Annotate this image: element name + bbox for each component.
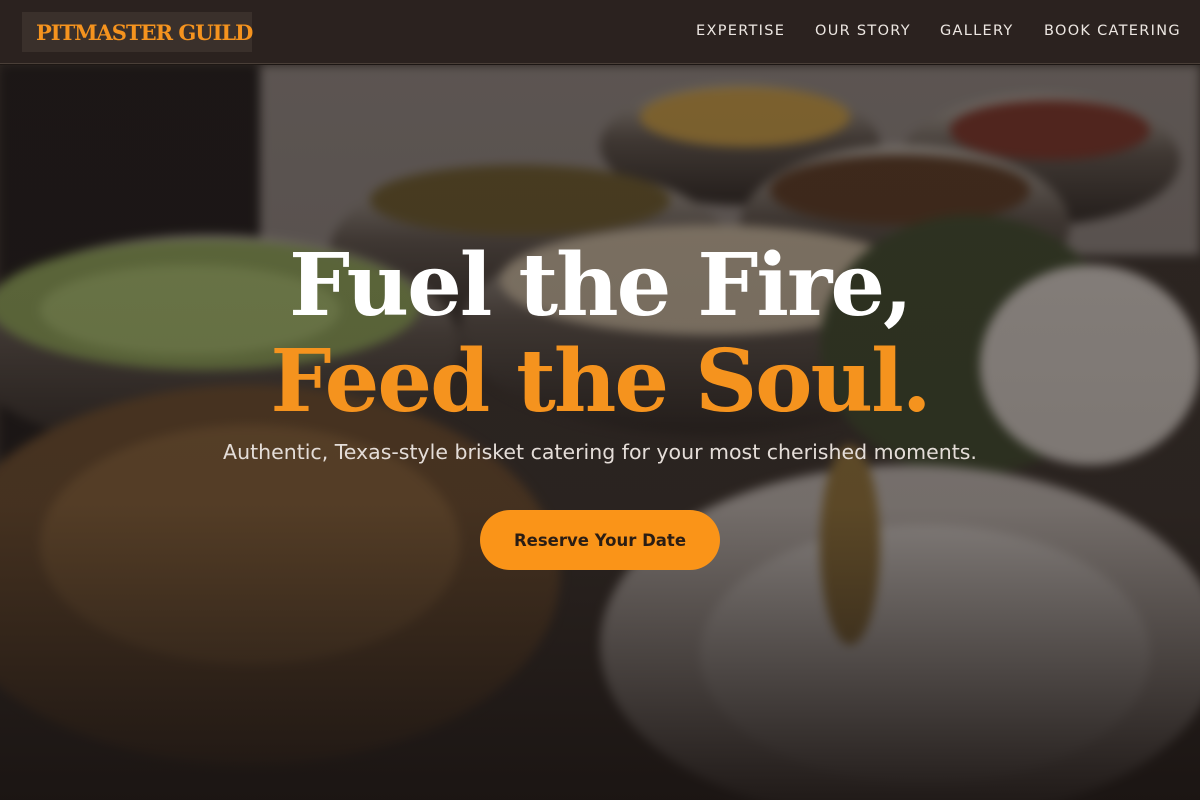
reserve-your-date-button[interactable]: Reserve Your Date bbox=[480, 510, 720, 570]
nav-link-book-catering[interactable]: BOOK CATERING bbox=[1044, 23, 1181, 39]
hero-headline-line2: Feed the Soul. bbox=[270, 331, 931, 432]
nav-link-our-story[interactable]: OUR STORY bbox=[815, 23, 911, 39]
hero-subtitle: Authentic, Texas-style brisket catering … bbox=[223, 440, 977, 464]
logo[interactable]: PITMASTER GUILD bbox=[22, 12, 253, 52]
hero-overlay bbox=[0, 65, 1200, 800]
navbar: PITMASTER GUILD EXPERTISE OUR STORY GALL… bbox=[0, 0, 1200, 64]
logo-text[interactable]: PITMASTER GUILD bbox=[36, 20, 253, 45]
nav-link-expertise[interactable]: EXPERTISE bbox=[696, 23, 785, 39]
hero-headline-line1: Fuel the Fire, bbox=[289, 235, 913, 336]
hero-section bbox=[0, 65, 1200, 800]
nav-link-gallery[interactable]: GALLERY bbox=[940, 23, 1014, 39]
